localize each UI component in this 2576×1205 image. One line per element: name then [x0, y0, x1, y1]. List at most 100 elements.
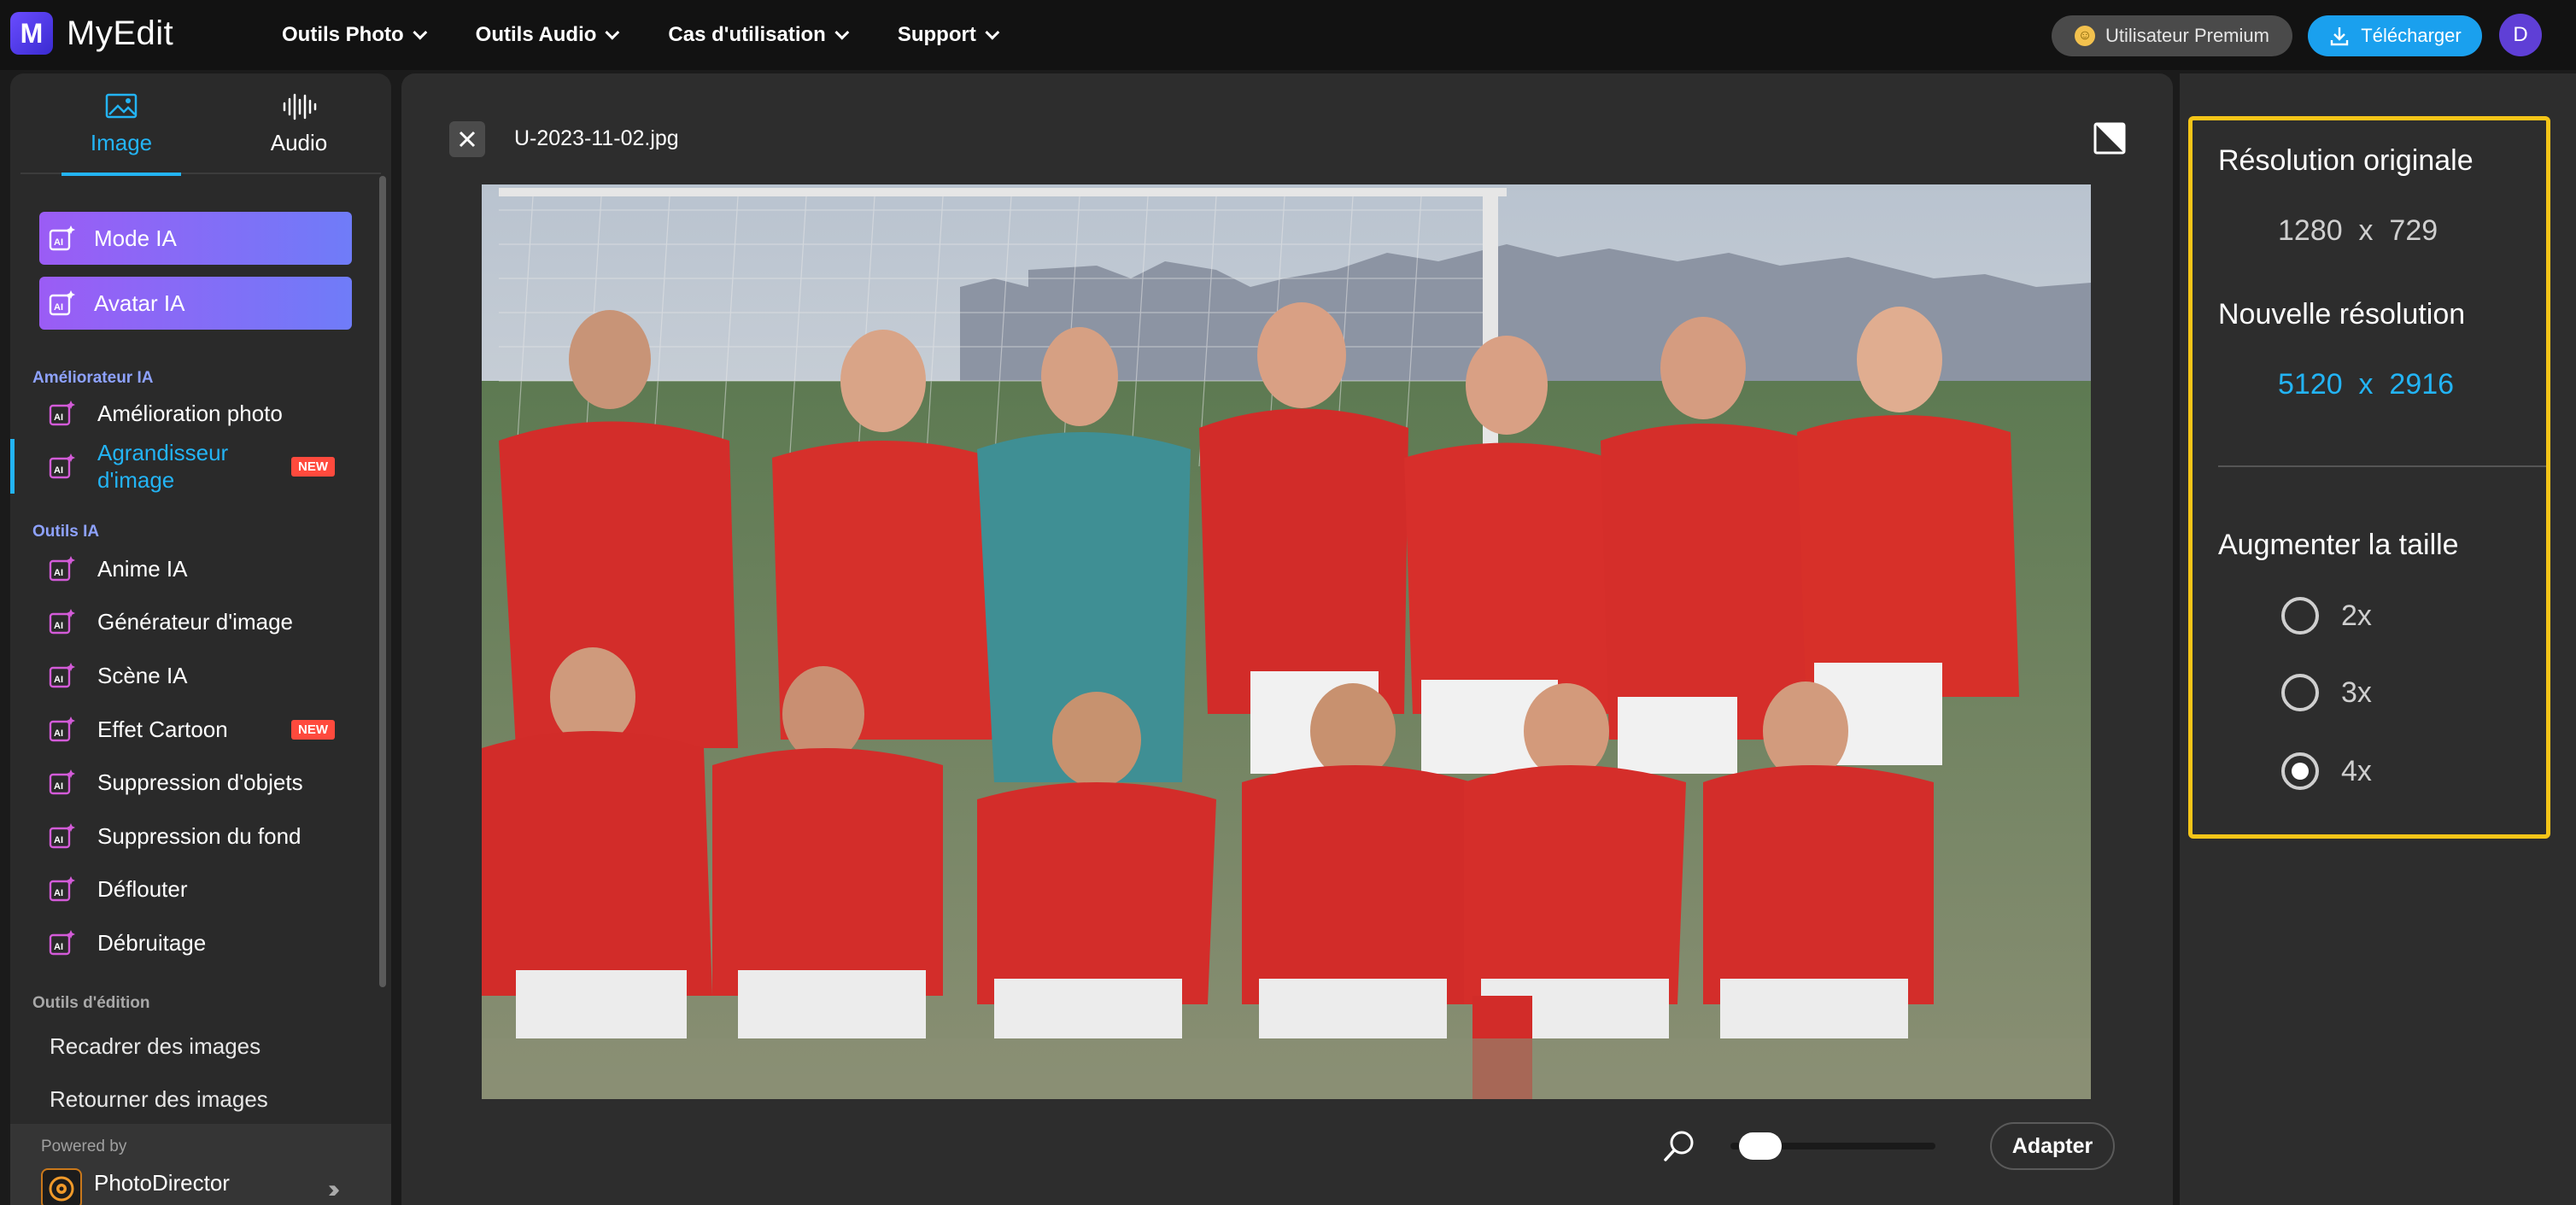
- svg-text:AI: AI: [54, 412, 63, 423]
- scale-option-4x[interactable]: 4x: [2281, 752, 2372, 790]
- premium-user-button[interactable]: ☺ Utilisateur Premium: [2052, 15, 2292, 56]
- promo-label: Mode IA: [94, 225, 177, 251]
- ai-anime-icon: AI: [49, 556, 75, 582]
- ai-generator-icon: AI: [49, 609, 75, 635]
- sidebar-item-label: Générateur d'image: [97, 608, 293, 635]
- close-icon: [459, 131, 476, 148]
- ai-background-removal-icon: AI: [49, 823, 75, 849]
- ai-denoise-icon: AI: [49, 930, 75, 956]
- radio-button[interactable]: [2281, 597, 2319, 635]
- sidebar-item-anime-ia[interactable]: AI Anime IA: [48, 550, 355, 588]
- sidebar-item-label: Scène IA: [97, 662, 188, 688]
- nav-outils-photo[interactable]: Outils Photo: [282, 23, 427, 47]
- download-button[interactable]: Télécharger: [2308, 15, 2482, 56]
- premium-icon: ☺: [2075, 26, 2096, 46]
- tab-image[interactable]: Image: [61, 73, 181, 176]
- svg-text:AI: AI: [54, 465, 63, 476]
- avatar-ia-button[interactable]: AI Avatar IA: [39, 277, 352, 330]
- app-name: MyEdit: [67, 14, 174, 52]
- sidebar-item-deflouter[interactable]: AI Déflouter: [48, 870, 355, 908]
- section-title-ai-tools: Outils IA: [32, 523, 100, 541]
- photodirector-logo-icon: [41, 1168, 82, 1205]
- main-nav: Outils Photo Outils Audio Cas d'utilisat…: [282, 0, 1048, 70]
- image-icon: [105, 93, 138, 118]
- section-title-enhancer: Améliorateur IA: [32, 369, 154, 387]
- close-button[interactable]: [449, 121, 485, 157]
- svg-text:AI: AI: [54, 728, 63, 739]
- svg-text:AI: AI: [54, 835, 63, 845]
- zoom-slider-handle[interactable]: [1738, 1132, 1782, 1160]
- svg-text:AI: AI: [54, 568, 63, 578]
- new-resolution-title: Nouvelle résolution: [2218, 298, 2466, 330]
- tab-label: Image: [90, 129, 153, 155]
- svg-text:AI: AI: [54, 888, 63, 898]
- top-navigation-bar: M MyEdit Outils Photo Outils Audio Cas d…: [0, 0, 2576, 70]
- sidebar-item-debruitage[interactable]: AI Débruitage: [48, 924, 355, 962]
- sidebar-item-scene-ia[interactable]: AI Scène IA: [48, 657, 355, 694]
- sidebar-item-effet-cartoon[interactable]: AI Effet Cartoon NEW: [48, 711, 355, 748]
- media-tabs: Image Audio: [20, 73, 381, 176]
- sidebar-item-recadrer[interactable]: Recadrer des images: [50, 1033, 261, 1060]
- download-icon: [2331, 27, 2349, 46]
- chevron-down-icon: [412, 25, 427, 40]
- sidebar-item-agrandisseur[interactable]: AI Agrandisseur d'image NEW: [48, 439, 355, 494]
- sidebar-item-label: Amélioration photo: [97, 400, 283, 426]
- panel-divider: [2218, 465, 2546, 467]
- scale-option-3x[interactable]: 3x: [2281, 674, 2372, 711]
- sidebar-item-label: Suppression d'objets: [97, 769, 303, 795]
- nav-label: Cas d'utilisation: [668, 23, 826, 46]
- sidebar-item-label: Agrandisseur d'image: [97, 440, 229, 493]
- ai-cartoon-icon: AI: [49, 717, 75, 742]
- svg-text:AI: AI: [54, 621, 63, 631]
- resolution-settings-box: Résolution originale 1280 x 729 Nouvelle…: [2188, 116, 2550, 839]
- sidebar-item-label: Anime IA: [97, 555, 188, 582]
- sidebar-item-generateur-image[interactable]: AI Générateur d'image: [48, 603, 355, 641]
- original-resolution-value: 1280 x 729: [2278, 214, 2438, 247]
- ai-sparkle-icon: AI: [49, 225, 75, 251]
- new-badge: NEW: [291, 719, 335, 740]
- user-avatar[interactable]: D: [2499, 14, 2542, 56]
- app-logo[interactable]: M MyEdit: [10, 12, 173, 55]
- nav-outils-audio[interactable]: Outils Audio: [476, 23, 620, 47]
- svg-text:AI: AI: [54, 781, 63, 792]
- ai-scene-icon: AI: [49, 663, 75, 688]
- file-name: U-2023-11-02.jpg: [514, 126, 679, 150]
- scale-option-label: 2x: [2341, 599, 2372, 632]
- svg-text:AI: AI: [54, 942, 63, 952]
- premium-label: Utilisateur Premium: [2105, 25, 2269, 46]
- scale-option-2x[interactable]: 2x: [2281, 597, 2372, 635]
- chevron-down-icon: [985, 25, 1000, 40]
- powered-by-label: Powered by: [41, 1138, 127, 1155]
- nav-support[interactable]: Support: [898, 23, 1000, 47]
- powered-by-section[interactable]: Powered by PhotoDirector ›››: [10, 1124, 391, 1205]
- sidebar-item-suppression-fond[interactable]: AI Suppression du fond: [48, 817, 355, 855]
- zoom-icon[interactable]: [1662, 1129, 1696, 1163]
- myedit-logo-icon: M: [10, 12, 53, 55]
- editor-canvas: U-2023-11-02.jpg Adapter: [401, 73, 2173, 1205]
- sidebar-item-label: Suppression du fond: [97, 822, 302, 849]
- photodirector-name: PhotoDirector: [94, 1170, 230, 1196]
- nav-cas-utilisation[interactable]: Cas d'utilisation: [668, 23, 850, 47]
- new-resolution-value: 5120 x 2916: [2278, 368, 2455, 401]
- tab-label: Audio: [270, 129, 328, 155]
- sidebar-item-suppression-objets[interactable]: AI Suppression d'objets: [48, 763, 355, 801]
- original-resolution-title: Résolution originale: [2218, 144, 2474, 177]
- radio-button[interactable]: [2281, 674, 2319, 711]
- scale-title: Augmenter la taille: [2218, 529, 2459, 561]
- ai-deblur-icon: AI: [49, 876, 75, 902]
- promo-label: Avatar IA: [94, 290, 185, 316]
- fit-button[interactable]: Adapter: [1990, 1122, 2115, 1170]
- ai-object-removal-icon: AI: [49, 769, 75, 795]
- mode-ia-button[interactable]: AI Mode IA: [39, 212, 352, 265]
- tab-audio[interactable]: Audio: [239, 73, 359, 174]
- compare-before-after-icon[interactable]: [2093, 121, 2127, 155]
- sidebar-scrollbar[interactable]: [379, 176, 386, 987]
- active-indicator: [10, 439, 15, 494]
- sidebar-item-retourner[interactable]: Retourner des images: [50, 1086, 268, 1113]
- ai-sparkle-icon: AI: [49, 290, 75, 316]
- radio-button-selected[interactable]: [2281, 752, 2319, 790]
- chevron-down-icon: [605, 25, 620, 40]
- sidebar-item-amelioration-photo[interactable]: AI Amélioration photo: [48, 395, 355, 432]
- audio-waveform-icon: [283, 93, 317, 120]
- resolution-panel: Résolution originale 1280 x 729 Nouvelle…: [2180, 73, 2576, 1205]
